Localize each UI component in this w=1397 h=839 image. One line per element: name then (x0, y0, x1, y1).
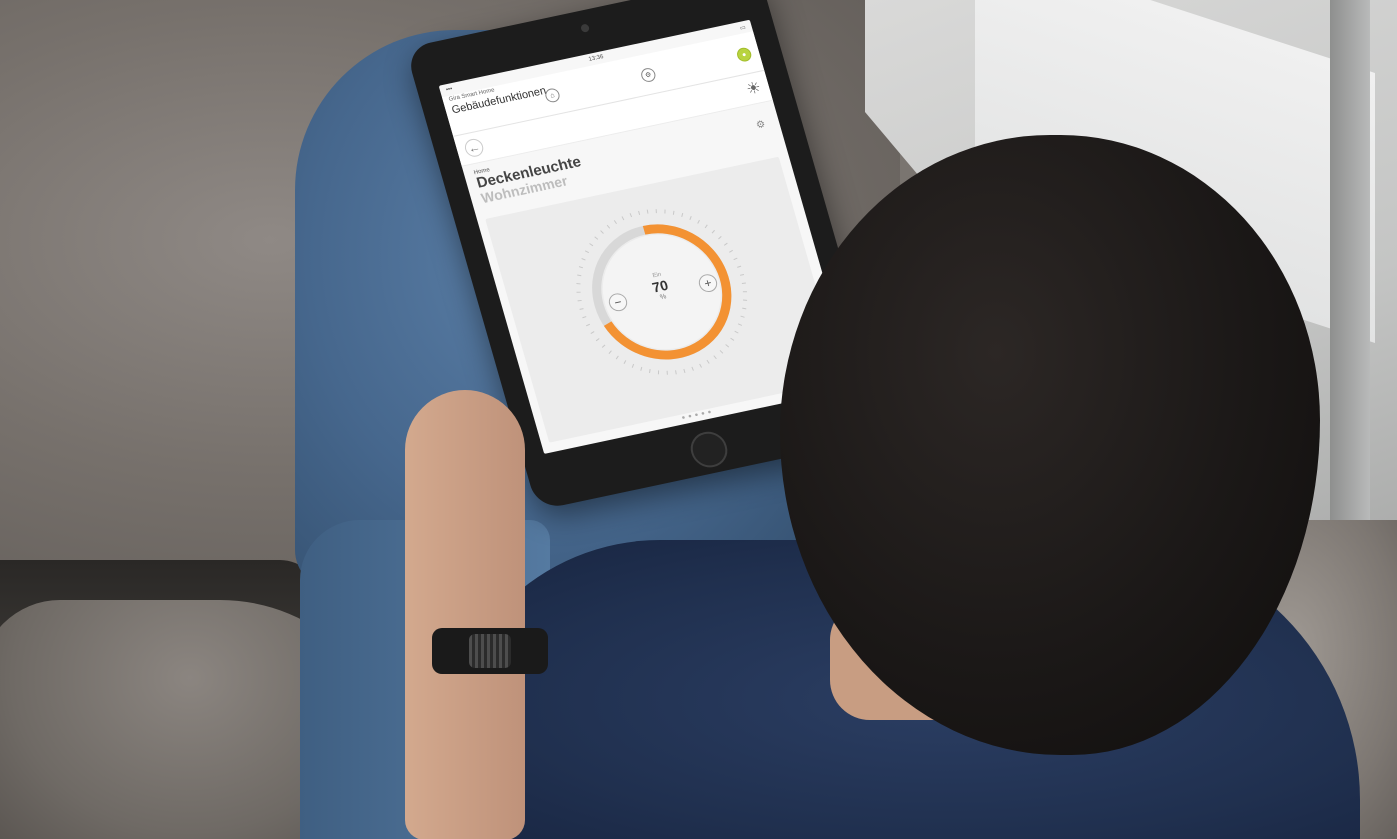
dial-tick (681, 212, 684, 218)
dial-tick (582, 316, 587, 319)
dial-tick (742, 307, 747, 310)
photo-scene: ▪▪▪ 13:36 ▭ Gira Smart Home Gebäudefunkt… (0, 0, 1397, 839)
home-button[interactable] (686, 428, 732, 471)
dial-tick (576, 291, 581, 293)
dial-tick (640, 366, 643, 371)
window-post (1330, 0, 1370, 560)
dial-tick (672, 210, 675, 215)
dial-tick (577, 299, 582, 302)
dial-tick (683, 368, 686, 373)
dial-tick (675, 370, 677, 375)
dial-tick (729, 249, 734, 253)
dial-tick (577, 274, 582, 277)
back-arrow-icon[interactable]: ← (462, 137, 486, 159)
dial-tick (638, 210, 641, 215)
dial-tick (689, 216, 692, 221)
dial-tick (576, 283, 581, 285)
dial-tick (590, 331, 595, 334)
dial-tick (719, 350, 724, 354)
dial-tick (579, 308, 584, 310)
dial-tick (649, 369, 651, 374)
dial-tick (718, 235, 722, 240)
home-icon[interactable]: ⌂ (543, 87, 562, 104)
dial-tick (608, 350, 612, 354)
dial-tick (606, 224, 611, 229)
dial-tick (623, 360, 627, 365)
dial-tick (706, 359, 710, 364)
watch-face (469, 634, 511, 668)
dial-tick (657, 370, 660, 375)
wristwatch (432, 628, 548, 674)
camera-icon (580, 23, 591, 33)
dial-tick (713, 355, 717, 360)
dial-tick (655, 209, 657, 214)
dial-tick (733, 257, 738, 261)
dial-tick (741, 282, 746, 284)
dial-tick (585, 323, 591, 327)
dial-tick (595, 338, 600, 342)
dial-tick (737, 323, 743, 326)
left-arm (405, 390, 525, 839)
dial-tick (742, 299, 748, 301)
dial-tick (742, 291, 747, 293)
dial-tick (621, 216, 625, 221)
dial-tick (740, 315, 745, 318)
dial-tick (600, 230, 604, 234)
signal-icon: ▪▪▪ (445, 86, 454, 94)
dial-tick (601, 344, 606, 348)
battery-icon: ▭ (739, 24, 747, 32)
dial-tick (737, 265, 742, 268)
dial-tick (725, 344, 730, 348)
dial-tick (589, 243, 594, 247)
dial-tick (631, 363, 635, 368)
dial-tick (584, 250, 590, 254)
dial-tick (730, 337, 735, 341)
dial-tick (723, 242, 728, 246)
dial-tick (734, 330, 739, 334)
dial-tick (704, 224, 708, 229)
dial-tick (739, 274, 745, 276)
dial-tick (691, 366, 694, 371)
dial-tick (581, 258, 586, 261)
dial-tick (711, 229, 715, 234)
dial-tick (697, 219, 700, 224)
dial-tick (664, 209, 666, 214)
dial-tick (613, 220, 617, 225)
dial-tick (666, 370, 668, 375)
lightbulb-icon[interactable]: ☀ (744, 77, 764, 99)
settings-icon[interactable]: ⚙ (639, 66, 658, 84)
dial-tick (646, 209, 649, 214)
dial-tick (594, 236, 599, 240)
dial-tick (615, 355, 619, 360)
status-time: 13:36 (588, 54, 605, 63)
dial-tick (699, 363, 702, 368)
dial-tick (578, 266, 584, 269)
dial-tick (629, 213, 633, 218)
